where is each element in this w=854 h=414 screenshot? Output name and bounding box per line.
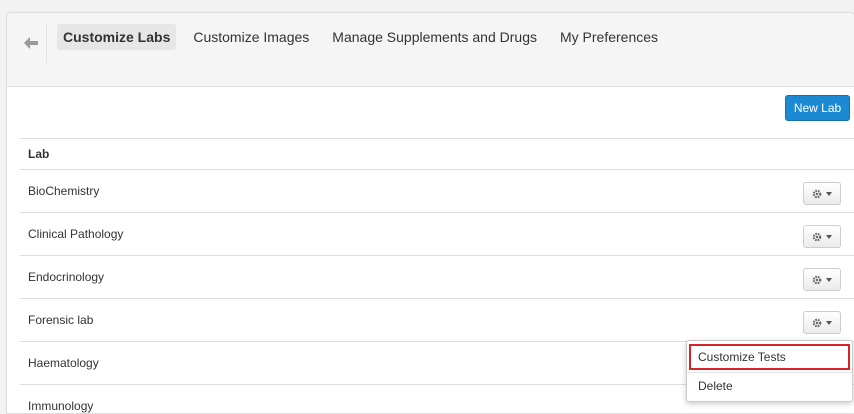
lab-name: BioChemistry — [28, 184, 100, 198]
chevron-down-icon — [826, 234, 832, 239]
row-actions-button[interactable] — [803, 311, 841, 334]
tab-manage-supplements-and-drugs[interactable]: Manage Supplements and Drugs — [326, 24, 543, 50]
row-actions-menu: Customize Tests Delete — [686, 340, 853, 402]
row-actions-button[interactable] — [803, 268, 841, 291]
row-actions-button[interactable] — [803, 225, 841, 248]
table-row: Clinical Pathology — [20, 213, 854, 256]
table-row: Endocrinology — [20, 256, 854, 299]
menu-item-customize-tests[interactable]: Customize Tests — [687, 344, 852, 370]
lab-name: Forensic lab — [28, 313, 94, 327]
chevron-down-icon — [826, 191, 832, 196]
arrow-left-icon — [24, 37, 38, 49]
tab-customize-images[interactable]: Customize Images — [187, 24, 315, 50]
tab-list: Customize Labs Customize Images Manage S… — [57, 24, 675, 50]
lab-name: Clinical Pathology — [28, 227, 124, 241]
menu-item-delete[interactable]: Delete — [687, 372, 852, 399]
menu-item-label: Delete — [698, 379, 733, 393]
lab-name: Immunology — [28, 399, 94, 413]
gear-icon — [812, 275, 822, 284]
lab-name: Haematology — [28, 356, 99, 370]
chevron-down-icon — [826, 320, 832, 325]
chevron-down-icon — [826, 277, 832, 282]
column-header-lab: Lab — [20, 138, 854, 170]
table-row: Forensic lab — [20, 299, 854, 342]
back-button[interactable] — [16, 23, 47, 63]
gear-icon — [812, 318, 822, 327]
row-actions-button[interactable] — [803, 182, 841, 205]
gear-icon — [812, 189, 822, 198]
new-lab-button[interactable]: New Lab — [785, 95, 850, 121]
gear-icon — [812, 232, 822, 241]
tab-my-preferences[interactable]: My Preferences — [554, 24, 664, 50]
top-navigation-bar: Customize Labs Customize Images Manage S… — [7, 13, 854, 87]
menu-item-label: Customize Tests — [698, 350, 786, 364]
tab-customize-labs[interactable]: Customize Labs — [57, 24, 177, 50]
table-row: BioChemistry — [20, 170, 854, 213]
lab-name: Endocrinology — [28, 270, 105, 284]
